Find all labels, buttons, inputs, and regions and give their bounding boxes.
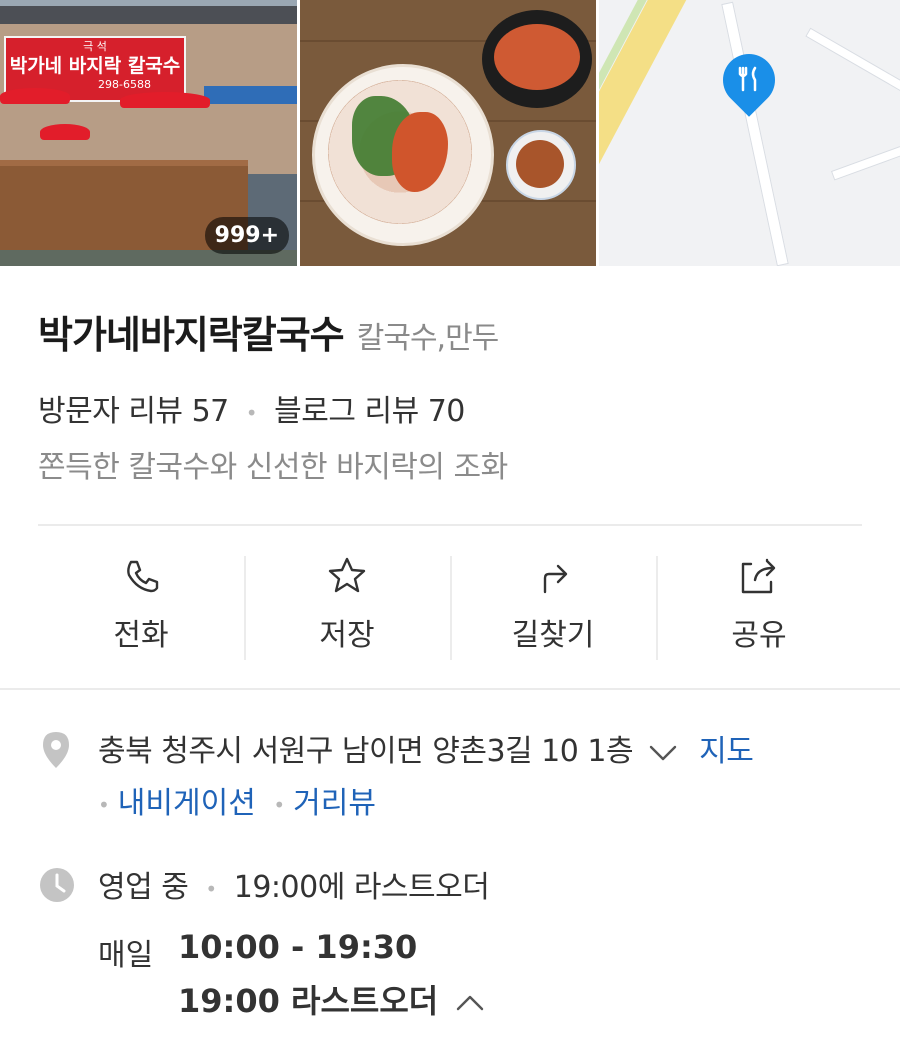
place-description: 쫀득한 칼국수와 신선한 바지락의 조화 xyxy=(38,450,508,485)
sign-main-text: 박가네 바지락 칼국수 xyxy=(9,55,181,77)
umbrella xyxy=(40,124,90,140)
address-line: 충북 청주시 서원구 남이면 양촌3길 10 1층 지도 xyxy=(98,726,754,770)
pot-kimchi xyxy=(494,24,580,90)
star-icon xyxy=(328,557,366,593)
separator-dot: • xyxy=(245,400,258,425)
clock-icon xyxy=(40,868,74,902)
hours-time-range: 10:00 - 19:30 xyxy=(178,928,418,966)
umbrella xyxy=(0,88,70,104)
roof xyxy=(0,6,297,24)
restaurant-icon xyxy=(738,66,757,92)
call-button[interactable]: 전화 xyxy=(38,552,244,664)
address-text[interactable]: 충북 청주시 서원구 남이면 양촌3길 10 1층 xyxy=(98,734,634,769)
place-header: 박가네바지락칼국수 칼국수,만두 xyxy=(38,304,500,359)
place-category: 칼국수,만두 xyxy=(356,321,500,356)
share-button[interactable]: 공유 xyxy=(656,552,862,664)
chevron-down-icon[interactable] xyxy=(648,743,678,763)
map-thumbnail[interactable] xyxy=(599,0,900,266)
blog-review-link[interactable]: 블로그 리뷰 70 xyxy=(274,394,465,429)
directions-icon xyxy=(543,564,568,594)
map-street xyxy=(721,1,789,266)
review-summary: 방문자 리뷰 57 • 블로그 리뷰 70 xyxy=(38,386,465,430)
last-order-text: 19:00 라스트오더 xyxy=(178,982,439,1020)
photo-restaurant-exterior[interactable]: 극 석 박가네 바지락 칼국수 298-6588 999+ xyxy=(0,0,297,266)
save-button[interactable]: 저장 xyxy=(244,552,450,664)
share-icon xyxy=(741,558,776,594)
call-label: 전화 xyxy=(113,618,169,653)
hours-day: 매일 xyxy=(98,938,154,973)
action-bar: 전화 저장 길찾기 공유 xyxy=(38,552,862,664)
map-link[interactable]: 지도 xyxy=(699,734,754,769)
address-links: • 내비게이션 • 거리뷰 xyxy=(98,778,376,822)
section-divider xyxy=(0,688,900,690)
hours-last-order: 19:00 라스트오더 xyxy=(178,976,485,1022)
place-name[interactable]: 박가네바지락칼국수 xyxy=(38,313,345,357)
photo-strip[interactable]: 극 석 박가네 바지락 칼국수 298-6588 999+ xyxy=(0,0,900,266)
directions-button[interactable]: 길찾기 xyxy=(450,552,656,664)
photo-food[interactable] xyxy=(300,0,596,266)
hours-status-line[interactable]: 영업 중 • 19:00에 라스트오더 xyxy=(98,862,490,906)
dipping-sauce xyxy=(516,140,564,188)
awning xyxy=(204,86,297,104)
last-order-note: 19:00에 라스트오더 xyxy=(233,870,490,905)
location-pin-icon xyxy=(43,732,69,768)
directions-label: 길찾기 xyxy=(511,618,595,653)
visitor-review-link[interactable]: 방문자 리뷰 57 xyxy=(38,394,229,429)
map-street xyxy=(830,129,900,181)
chevron-up-icon[interactable] xyxy=(455,993,485,1013)
phone-icon xyxy=(127,560,159,593)
sign-top-text: 극 석 xyxy=(83,40,107,53)
umbrella xyxy=(120,92,210,108)
map-street xyxy=(805,27,900,103)
navigation-link[interactable]: 내비게이션 xyxy=(118,786,256,821)
separator-dot: • xyxy=(205,876,217,901)
share-label: 공유 xyxy=(731,618,787,653)
save-label: 저장 xyxy=(319,618,375,653)
separator-dot: • xyxy=(98,792,110,817)
open-status: 영업 중 xyxy=(98,870,189,905)
separator-dot: • xyxy=(273,792,286,817)
streetview-link[interactable]: 거리뷰 xyxy=(293,786,376,821)
deck-rail xyxy=(0,160,248,166)
photo-count-badge[interactable]: 999+ xyxy=(204,217,289,254)
map-highway xyxy=(599,0,700,266)
divider xyxy=(38,524,862,526)
